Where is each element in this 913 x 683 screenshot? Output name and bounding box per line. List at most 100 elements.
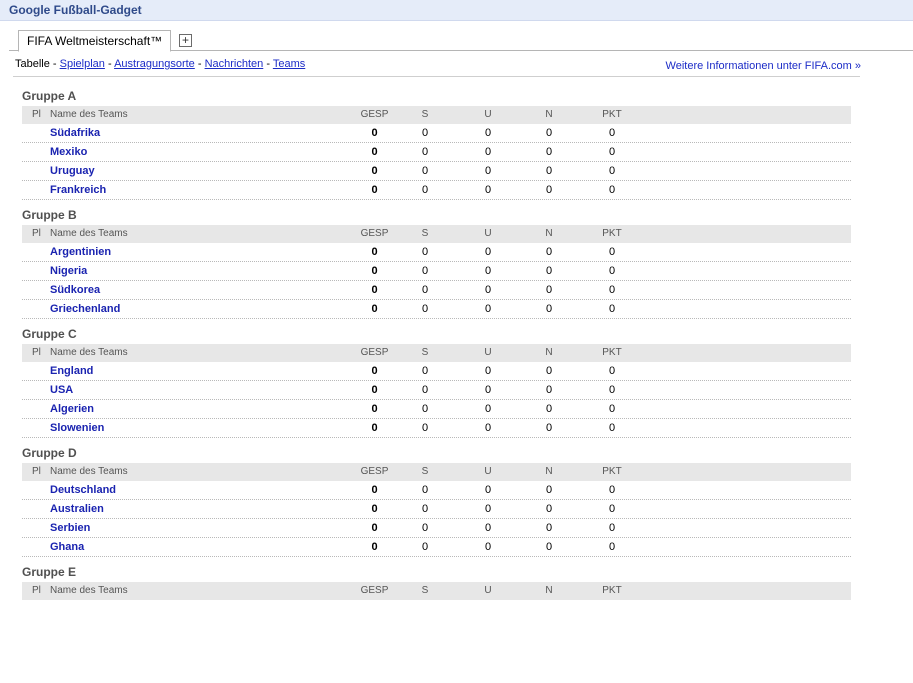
cell-pkt: 0 — [608, 403, 616, 415]
cell-pkt: 0 — [608, 541, 616, 553]
team-name-link[interactable]: Südafrika — [50, 124, 100, 142]
column-header-pkt: PKT — [602, 228, 622, 239]
cell-gesp: 0 — [371, 484, 378, 496]
team-name-link[interactable]: Serbien — [50, 519, 90, 537]
nav-link-nachrichten[interactable]: Nachrichten — [205, 58, 264, 70]
cell-n: 0 — [545, 265, 553, 277]
cell-n: 0 — [545, 541, 553, 553]
cell-n: 0 — [545, 522, 553, 534]
column-header-pl: Pl — [32, 347, 41, 358]
fifa-more-info-link[interactable]: Weitere Informationen unter FIFA.com » — [666, 60, 861, 72]
column-header-pkt: PKT — [602, 347, 622, 358]
group-title: Gruppe C — [22, 327, 77, 341]
cell-s: 0 — [421, 127, 429, 139]
column-header-s: S — [421, 466, 429, 477]
team-name-link[interactable]: Südkorea — [50, 281, 100, 299]
nav-link-spielplan[interactable]: Spielplan — [60, 58, 105, 70]
team-name-link[interactable]: Argentinien — [50, 243, 111, 261]
table-row: Australien 0 0 0 0 0 — [22, 500, 851, 519]
cell-n: 0 — [545, 127, 553, 139]
cell-gesp: 0 — [371, 265, 378, 277]
nav-separator: - — [263, 58, 273, 70]
cell-u: 0 — [484, 165, 492, 177]
column-header-s: S — [421, 585, 429, 596]
cell-s: 0 — [421, 284, 429, 296]
team-name-link[interactable]: Mexiko — [50, 143, 87, 161]
nav-link-austragungsorte[interactable]: Austragungsorte — [114, 58, 195, 70]
cell-s: 0 — [421, 303, 429, 315]
group-title: Gruppe A — [22, 89, 77, 103]
column-header-n: N — [545, 109, 553, 120]
sub-navigation: Tabelle - Spielplan - Austragungsorte - … — [15, 58, 305, 70]
table-header: Pl Name des Teams GESP S U N PKT — [22, 582, 851, 600]
cell-gesp: 0 — [371, 541, 378, 553]
cell-n: 0 — [545, 146, 553, 158]
group-title: Gruppe D — [22, 446, 77, 460]
column-header-name: Name des Teams — [50, 466, 128, 477]
nav-separator: - — [194, 58, 205, 70]
table-row: Slowenien 0 0 0 0 0 — [22, 419, 851, 438]
column-header-pkt: PKT — [602, 585, 622, 596]
cell-pkt: 0 — [608, 165, 616, 177]
cell-u: 0 — [484, 503, 492, 515]
team-name-link[interactable]: Griechenland — [50, 300, 120, 318]
divider — [13, 76, 860, 77]
team-name-link[interactable]: Frankreich — [50, 181, 106, 199]
team-name-link[interactable]: Ghana — [50, 538, 84, 556]
table-row: England 0 0 0 0 0 — [22, 362, 851, 381]
add-tab-button[interactable]: + — [179, 34, 192, 47]
cell-n: 0 — [545, 184, 553, 196]
team-name-link[interactable]: USA — [50, 381, 73, 399]
table-row: Serbien 0 0 0 0 0 — [22, 519, 851, 538]
cell-pkt: 0 — [608, 284, 616, 296]
team-name-link[interactable]: Algerien — [50, 400, 94, 418]
column-header-pl: Pl — [32, 466, 41, 477]
group-table: Gruppe C Pl Name des Teams GESP S U N PKT Englan… — [22, 326, 851, 445]
cell-pkt: 0 — [608, 146, 616, 158]
column-header-gesp: GESP — [360, 228, 389, 239]
cell-n: 0 — [545, 303, 553, 315]
team-name-link[interactable]: Uruguay — [50, 162, 95, 180]
cell-gesp: 0 — [371, 184, 378, 196]
cell-n: 0 — [545, 422, 553, 434]
tab-fifa-weltmeisterschaft[interactable]: FIFA Weltmeisterschaft™ — [18, 30, 172, 52]
cell-n: 0 — [545, 165, 553, 177]
cell-u: 0 — [484, 246, 492, 258]
cell-s: 0 — [421, 146, 429, 158]
column-header-name: Name des Teams — [50, 109, 128, 120]
table-header: Pl Name des Teams GESP S U N PKT — [22, 344, 851, 362]
column-header-name: Name des Teams — [50, 228, 128, 239]
nav-link-teams[interactable]: Teams — [273, 58, 305, 70]
cell-pkt: 0 — [608, 265, 616, 277]
cell-n: 0 — [545, 384, 553, 396]
team-name-link[interactable]: Australien — [50, 500, 104, 518]
team-name-link[interactable]: Deutschland — [50, 481, 116, 499]
cell-s: 0 — [421, 384, 429, 396]
team-name-link[interactable]: Nigeria — [50, 262, 87, 280]
cell-u: 0 — [484, 184, 492, 196]
cell-pkt: 0 — [608, 522, 616, 534]
cell-pkt: 0 — [608, 127, 616, 139]
cell-n: 0 — [545, 403, 553, 415]
group-table: Gruppe E Pl Name des Teams GESP S U N PKT — [22, 564, 851, 683]
cell-s: 0 — [421, 184, 429, 196]
cell-u: 0 — [484, 422, 492, 434]
group-table: Gruppe D Pl Name des Teams GESP S U N PKT Deutsc… — [22, 445, 851, 564]
table-row: Argentinien 0 0 0 0 0 — [22, 243, 851, 262]
table-header: Pl Name des Teams GESP S U N PKT — [22, 106, 851, 124]
cell-n: 0 — [545, 365, 553, 377]
table-row: Südafrika 0 0 0 0 0 — [22, 124, 851, 143]
cell-pkt: 0 — [608, 384, 616, 396]
cell-n: 0 — [545, 246, 553, 258]
group-table: Gruppe B Pl Name des Teams GESP S U N PKT Argent… — [22, 207, 851, 326]
column-header-n: N — [545, 585, 553, 596]
column-header-n: N — [545, 228, 553, 239]
nav-separator: - — [104, 58, 115, 70]
cell-gesp: 0 — [371, 384, 378, 396]
team-name-link[interactable]: Slowenien — [50, 419, 104, 437]
cell-n: 0 — [545, 503, 553, 515]
team-name-link[interactable]: England — [50, 362, 93, 380]
nav-separator: - — [49, 58, 60, 70]
cell-s: 0 — [421, 365, 429, 377]
column-header-s: S — [421, 347, 429, 358]
